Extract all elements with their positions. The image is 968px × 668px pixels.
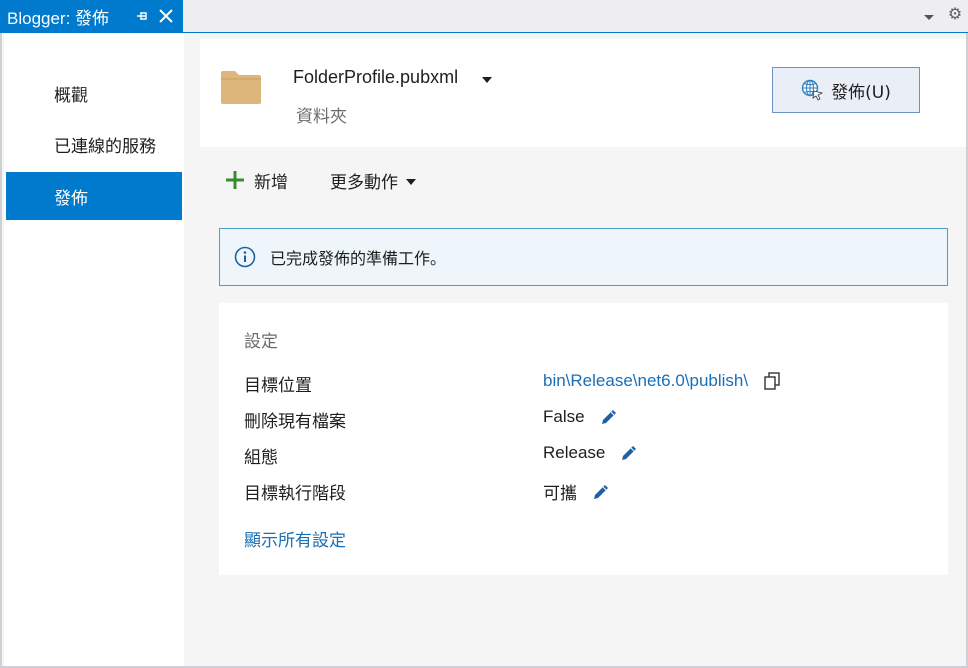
- setting-label-configuration: 組態: [244, 448, 278, 468]
- pencil-icon[interactable]: [599, 407, 619, 427]
- pencil-icon[interactable]: [591, 482, 611, 502]
- show-all-settings-link[interactable]: 顯示所有設定: [244, 526, 346, 551]
- setting-label-target-location: 目標位置: [244, 376, 312, 396]
- profile-name-dropdown[interactable]: FolderProfile.pubxml: [293, 67, 458, 88]
- globe-icon: [801, 79, 824, 101]
- publish-button[interactable]: 發佈(U): [772, 67, 920, 113]
- profile-card: FolderProfile.pubxml 資料夾 發佈(U): [200, 39, 966, 147]
- sidebar-item-label: 發佈: [54, 188, 88, 209]
- target-runtime-value: 可攜: [543, 484, 577, 503]
- action-toolbar: 新增 更多動作: [224, 166, 416, 194]
- publish-button-label: 發佈(U): [831, 82, 891, 103]
- setting-label-target-runtime: 目標執行階段: [244, 484, 346, 504]
- target-runtime-row: 可攜: [543, 479, 611, 504]
- gear-icon[interactable]: ⚙: [946, 5, 964, 23]
- target-location-row: bin\Release\net6.0\publish\: [543, 371, 782, 391]
- delete-existing-value: False: [543, 407, 585, 426]
- configuration-value: Release: [543, 443, 606, 462]
- more-actions-label: 更多動作: [330, 172, 398, 193]
- sidebar-item-label: 已連線的服務: [54, 136, 156, 157]
- copy-icon[interactable]: [762, 371, 782, 391]
- configuration-row: Release: [543, 443, 639, 463]
- close-icon[interactable]: [158, 8, 174, 24]
- add-button[interactable]: 新增: [224, 168, 288, 193]
- sidebar-item-overview[interactable]: 概觀: [6, 69, 182, 117]
- setting-label-delete-existing: 刪除現有檔案: [244, 412, 346, 432]
- pencil-icon[interactable]: [619, 443, 639, 463]
- sidebar-item-connected-services[interactable]: 已連線的服務: [6, 120, 182, 168]
- tab-strip: Blogger: 發佈 ⚙: [0, 0, 968, 33]
- tab-title: Blogger: 發佈: [7, 9, 110, 28]
- settings-card: 設定 目標位置 bin\Release\net6.0\publish\ 刪除現有…: [219, 303, 948, 575]
- publish-window: Blogger: 發佈 ⚙ 概觀 已連線的服務 發佈 FolderProfile…: [0, 0, 968, 668]
- info-bar: 已完成發佈的準備工作。: [219, 228, 948, 286]
- sidebar-item-publish[interactable]: 發佈: [6, 172, 182, 220]
- chevron-down-icon[interactable]: [482, 77, 492, 83]
- document-tab[interactable]: Blogger: 發佈: [0, 0, 183, 33]
- pin-icon[interactable]: [134, 8, 150, 24]
- info-icon: [234, 246, 256, 268]
- chevron-down-icon: [406, 179, 416, 185]
- more-actions-dropdown[interactable]: 更多動作: [330, 168, 416, 193]
- info-message: 已完成發佈的準備工作。: [270, 249, 447, 268]
- main-panel: FolderProfile.pubxml 資料夾 發佈(U) 新增 更多動作 已…: [184, 33, 966, 666]
- settings-title: 設定: [244, 332, 278, 352]
- dropdown-icon[interactable]: [922, 10, 936, 24]
- plus-icon: [226, 171, 244, 189]
- add-label: 新增: [254, 172, 288, 193]
- sidebar: 概觀 已連線的服務 發佈: [4, 33, 184, 666]
- profile-type: 資料夾: [296, 107, 347, 127]
- delete-existing-row: False: [543, 407, 619, 427]
- folder-icon: [221, 71, 261, 104]
- target-location-link[interactable]: bin\Release\net6.0\publish\: [543, 371, 748, 391]
- sidebar-item-label: 概觀: [54, 85, 88, 106]
- content-area: 概觀 已連線的服務 發佈 FolderProfile.pubxml 資料夾 發佈…: [0, 33, 968, 668]
